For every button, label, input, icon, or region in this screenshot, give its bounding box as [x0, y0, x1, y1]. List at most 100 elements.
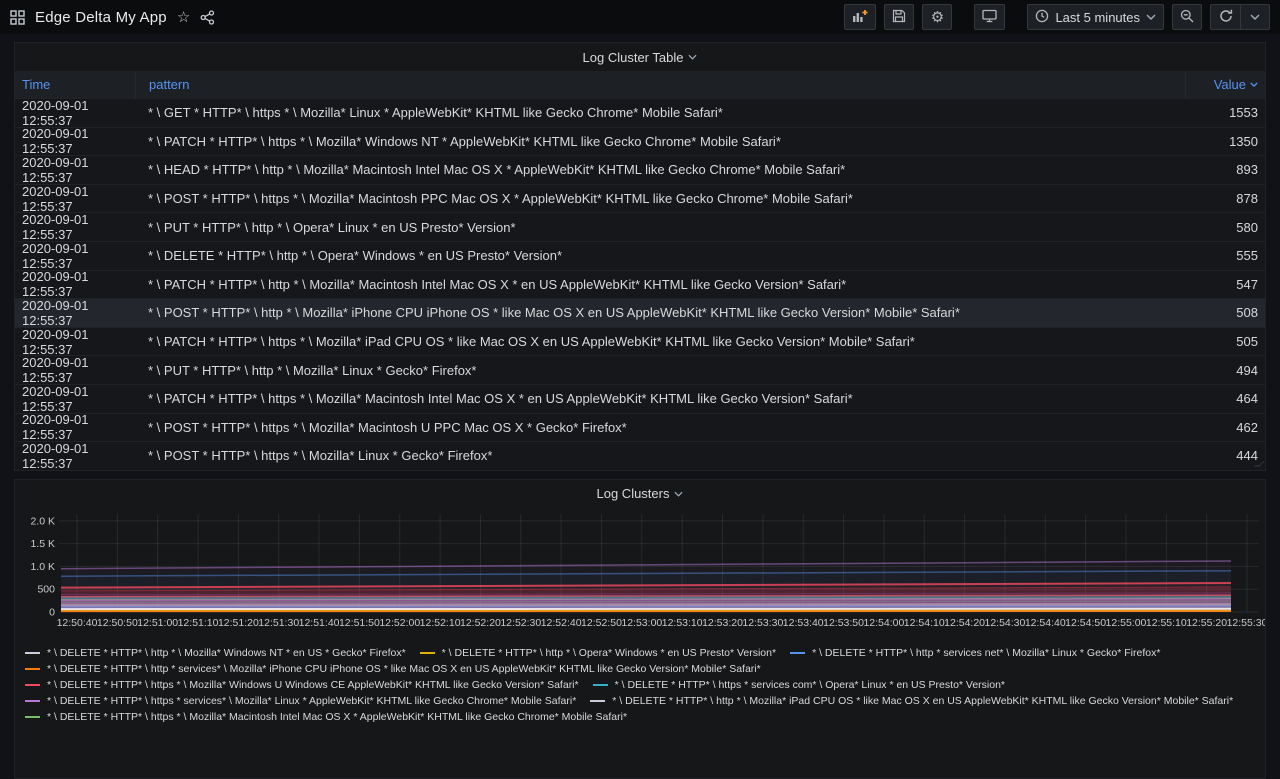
legend-item[interactable]: * \ DELETE * HTTP* \ https * services* \… — [25, 695, 576, 708]
legend-item[interactable]: * \ DELETE * HTTP* \ http * \ Opera* Win… — [420, 647, 776, 660]
share-icon[interactable] — [200, 10, 215, 25]
time-range-picker[interactable]: Last 5 minutes — [1027, 4, 1164, 30]
legend-series-label: * \ DELETE * HTTP* \ https * \ Mozilla* … — [47, 679, 579, 692]
svg-text:12:53:40: 12:53:40 — [783, 617, 824, 629]
chevron-down-icon — [1250, 14, 1260, 20]
cell-pattern: * \ PUT * HTTP* \ http * \ Opera* Linux … — [135, 220, 1185, 235]
dashboard-title: Edge Delta My App — [35, 9, 167, 26]
legend-item[interactable]: * \ DELETE * HTTP* \ http * \ Mozilla* i… — [590, 695, 1233, 708]
cell-pattern: * \ PATCH * HTTP* \ https * \ Mozilla* M… — [135, 391, 1185, 406]
cell-value: 1350 — [1185, 134, 1265, 149]
clock-icon — [1035, 9, 1049, 26]
chevron-down-icon — [688, 54, 697, 60]
cell-time: 2020-09-01 12:55:37 — [15, 98, 135, 128]
cell-pattern: * \ POST * HTTP* \ http * \ Mozilla* iPh… — [135, 305, 1185, 320]
cell-time: 2020-09-01 12:55:37 — [15, 298, 135, 328]
legend-series-dash — [25, 684, 40, 686]
cell-time: 2020-09-01 12:55:37 — [15, 241, 135, 271]
svg-text:12:53:30: 12:53:30 — [742, 617, 783, 629]
svg-text:500: 500 — [37, 583, 55, 595]
chart-legend: * \ DELETE * HTTP* \ http * \ Mozilla* W… — [15, 643, 1265, 723]
legend-item[interactable]: * \ DELETE * HTTP* \ https * \ Mozilla* … — [25, 711, 627, 723]
svg-text:12:52:10: 12:52:10 — [420, 617, 461, 629]
svg-text:12:54:20: 12:54:20 — [944, 617, 985, 629]
cell-pattern: * \ HEAD * HTTP* \ http * \ Mozilla* Mac… — [135, 162, 1185, 177]
panel-title-text: Log Cluster Table — [583, 50, 684, 65]
cell-time: 2020-09-01 12:55:37 — [15, 355, 135, 385]
svg-text:12:51:50: 12:51:50 — [339, 617, 380, 629]
legend-item[interactable]: * \ DELETE * HTTP* \ http * services* \ … — [25, 663, 761, 676]
legend-item[interactable]: * \ DELETE * HTTP* \ https * services co… — [593, 679, 1005, 692]
svg-text:12:51:40: 12:51:40 — [299, 617, 340, 629]
cell-time: 2020-09-01 12:55:37 — [15, 126, 135, 156]
legend-series-label: * \ DELETE * HTTP* \ https * services* \… — [47, 695, 576, 708]
legend-item[interactable]: * \ DELETE * HTTP* \ http * services net… — [790, 647, 1160, 660]
cell-pattern: * \ DELETE * HTTP* \ http * \ Opera* Win… — [135, 248, 1185, 263]
legend-series-dash — [420, 652, 435, 654]
refresh-button[interactable] — [1210, 4, 1240, 30]
legend-series-dash — [25, 668, 40, 670]
cycle-view-mode-button[interactable] — [974, 4, 1005, 30]
table-row: 2020-09-01 12:55:37* \ PUT * HTTP* \ htt… — [15, 355, 1265, 384]
column-header-value[interactable]: Value — [1185, 71, 1265, 98]
svg-text:12:52:30: 12:52:30 — [500, 617, 541, 629]
svg-text:12:53:20: 12:53:20 — [702, 617, 743, 629]
cell-value: 505 — [1185, 334, 1265, 349]
svg-text:12:51:20: 12:51:20 — [218, 617, 259, 629]
grid-icon[interactable] — [10, 10, 25, 25]
svg-text:12:51:30: 12:51:30 — [258, 617, 299, 629]
star-icon[interactable]: ☆ — [177, 10, 190, 25]
legend-series-label: * \ DELETE * HTTP* \ https * services co… — [615, 679, 1005, 692]
add-panel-button[interactable] — [844, 4, 876, 30]
save-dashboard-button[interactable] — [884, 4, 914, 30]
svg-text:12:52:40: 12:52:40 — [541, 617, 582, 629]
legend-series-label: * \ DELETE * HTTP* \ http * services net… — [812, 647, 1160, 660]
refresh-interval-dropdown[interactable] — [1240, 4, 1270, 30]
cell-value: 464 — [1185, 391, 1265, 406]
cell-value: 1553 — [1185, 105, 1265, 120]
time-series-chart[interactable]: 05001.0 K1.5 K2.0 K12:50:4012:50:5012:51… — [15, 508, 1265, 638]
legend-series-label: * \ DELETE * HTTP* \ http * \ Mozilla* i… — [612, 695, 1233, 708]
table-row: 2020-09-01 12:55:37* \ POST * HTTP* \ ht… — [15, 413, 1265, 442]
dashboard-settings-button[interactable]: ⚙ — [922, 4, 952, 30]
table-row: 2020-09-01 12:55:37* \ POST * HTTP* \ ht… — [15, 184, 1265, 213]
cell-pattern: * \ GET * HTTP* \ https * \ Mozilla* Lin… — [135, 105, 1185, 120]
cell-value: 555 — [1185, 248, 1265, 263]
panel-title-text: Log Clusters — [597, 486, 670, 501]
refresh-icon — [1219, 9, 1233, 26]
zoom-out-icon — [1180, 9, 1194, 26]
table-row: 2020-09-01 12:55:37* \ POST * HTTP* \ ht… — [15, 298, 1265, 327]
legend-series-dash — [590, 700, 605, 702]
svg-text:1.5 K: 1.5 K — [30, 538, 55, 550]
cell-pattern: * \ PUT * HTTP* \ http * \ Mozilla* Linu… — [135, 363, 1185, 378]
legend-item[interactable]: * \ DELETE * HTTP* \ http * \ Mozilla* W… — [25, 647, 406, 660]
cell-pattern: * \ PATCH * HTTP* \ http * \ Mozilla* Ma… — [135, 277, 1185, 292]
cell-time: 2020-09-01 12:55:37 — [15, 327, 135, 357]
legend-series-label: * \ DELETE * HTTP* \ https * \ Mozilla* … — [47, 711, 627, 723]
column-header-pattern[interactable]: pattern — [135, 71, 1185, 98]
legend-series-dash — [25, 700, 40, 702]
table-row: 2020-09-01 12:55:37* \ DELETE * HTTP* \ … — [15, 241, 1265, 270]
gear-icon: ⚙ — [931, 10, 944, 25]
table-header-row: Time pattern Value — [15, 71, 1265, 98]
svg-text:12:54:40: 12:54:40 — [1025, 617, 1066, 629]
cell-pattern: * \ POST * HTTP* \ https * \ Mozilla* Ma… — [135, 191, 1185, 206]
svg-text:12:54:10: 12:54:10 — [904, 617, 945, 629]
zoom-out-button[interactable] — [1172, 4, 1202, 30]
svg-text:12:51:00: 12:51:00 — [137, 617, 178, 629]
svg-text:12:53:10: 12:53:10 — [662, 617, 703, 629]
legend-series-dash — [790, 652, 805, 654]
legend-item[interactable]: * \ DELETE * HTTP* \ https * \ Mozilla* … — [25, 679, 579, 692]
cell-time: 2020-09-01 12:55:37 — [15, 155, 135, 185]
cell-time: 2020-09-01 12:55:37 — [15, 184, 135, 214]
cell-value: 580 — [1185, 220, 1265, 235]
svg-text:12:54:00: 12:54:00 — [863, 617, 904, 629]
svg-text:12:55:10: 12:55:10 — [1146, 617, 1187, 629]
table-panel-title[interactable]: Log Cluster Table — [15, 43, 1265, 71]
chart-panel-title[interactable]: Log Clusters — [15, 480, 1265, 508]
cell-time: 2020-09-01 12:55:37 — [15, 212, 135, 242]
top-navigation-bar: Edge Delta My App ☆ ⚙ — [0, 0, 1280, 34]
table-row: 2020-09-01 12:55:37* \ HEAD * HTTP* \ ht… — [15, 155, 1265, 184]
column-header-time[interactable]: Time — [15, 71, 135, 98]
legend-series-dash — [25, 652, 40, 654]
